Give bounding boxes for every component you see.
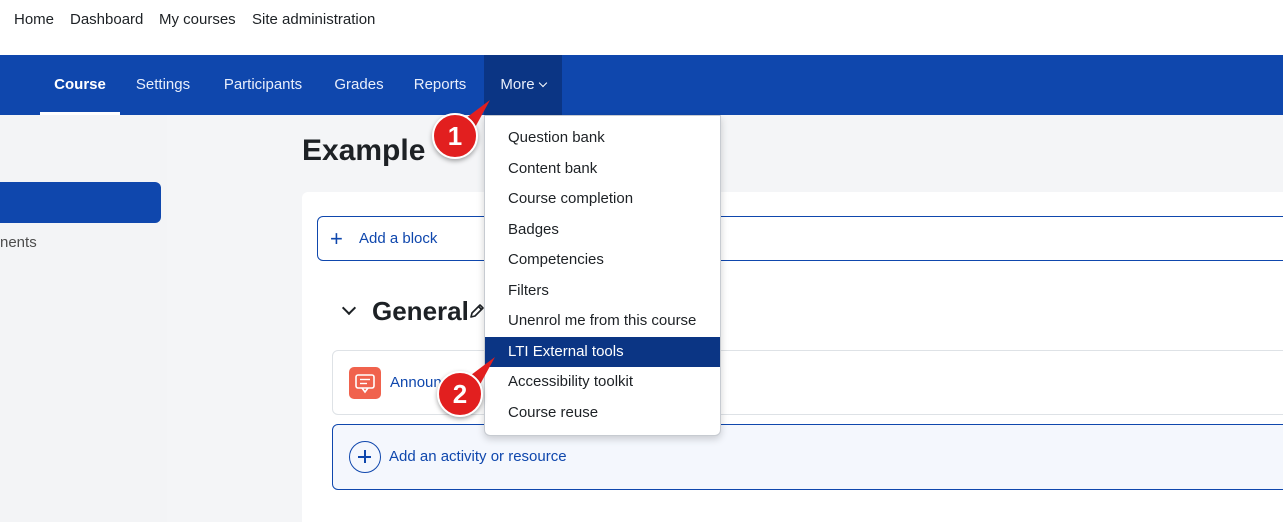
- page-title: Example: [302, 134, 426, 167]
- menu-item-badges[interactable]: Badges: [485, 215, 720, 245]
- nav-my-courses[interactable]: My courses: [159, 11, 236, 28]
- menu-item-course-reuse[interactable]: Course reuse: [485, 398, 720, 428]
- nav-dashboard[interactable]: Dashboard: [70, 11, 143, 28]
- chevron-down-icon: [538, 78, 547, 88]
- menu-item-course-completion[interactable]: Course completion: [485, 184, 720, 214]
- tab-more-label: More: [500, 76, 535, 93]
- menu-item-content-bank[interactable]: Content bank: [485, 154, 720, 184]
- nav-site-administration[interactable]: Site administration: [252, 11, 375, 28]
- plus-circle-icon: [349, 441, 381, 473]
- callout-badge-1: 1: [432, 113, 478, 159]
- add-block-button[interactable]: + Add a block: [317, 216, 1283, 261]
- add-block-label: Add a block: [359, 230, 438, 247]
- nav-home[interactable]: Home: [14, 11, 54, 28]
- tab-grades[interactable]: Grades: [322, 55, 396, 115]
- menu-item-competencies[interactable]: Competencies: [485, 245, 720, 275]
- tab-participants[interactable]: Participants: [208, 55, 318, 115]
- more-dropdown-menu: Question bank Content bank Course comple…: [484, 115, 721, 436]
- tab-settings[interactable]: Settings: [122, 55, 204, 115]
- site-navigation: Home Dashboard My courses Site administr…: [0, 0, 1283, 55]
- tab-course[interactable]: Course: [40, 55, 120, 115]
- course-secondary-navigation: Course Settings Participants Grades Repo…: [0, 55, 1283, 115]
- course-index-drawer: nents: [0, 115, 167, 522]
- menu-item-filters[interactable]: Filters: [485, 276, 720, 306]
- activity-link[interactable]: Announ: [390, 374, 442, 391]
- menu-item-unenrol[interactable]: Unenrol me from this course: [485, 306, 720, 336]
- forum-icon: [349, 367, 381, 399]
- menu-item-accessibility-toolkit[interactable]: Accessibility toolkit: [485, 367, 720, 397]
- add-activity-label: Add an activity or resource: [389, 448, 567, 465]
- plus-icon: +: [330, 226, 343, 251]
- add-activity-button[interactable]: Add an activity or resource: [332, 424, 1283, 490]
- course-index-item[interactable]: nents: [0, 234, 37, 251]
- menu-item-question-bank[interactable]: Question bank: [485, 123, 720, 153]
- callout-badge-2: 2: [437, 371, 483, 417]
- course-index-selected-item[interactable]: [0, 182, 161, 223]
- section-title: General: [372, 296, 469, 326]
- menu-item-lti-external-tools[interactable]: LTI External tools: [485, 337, 720, 367]
